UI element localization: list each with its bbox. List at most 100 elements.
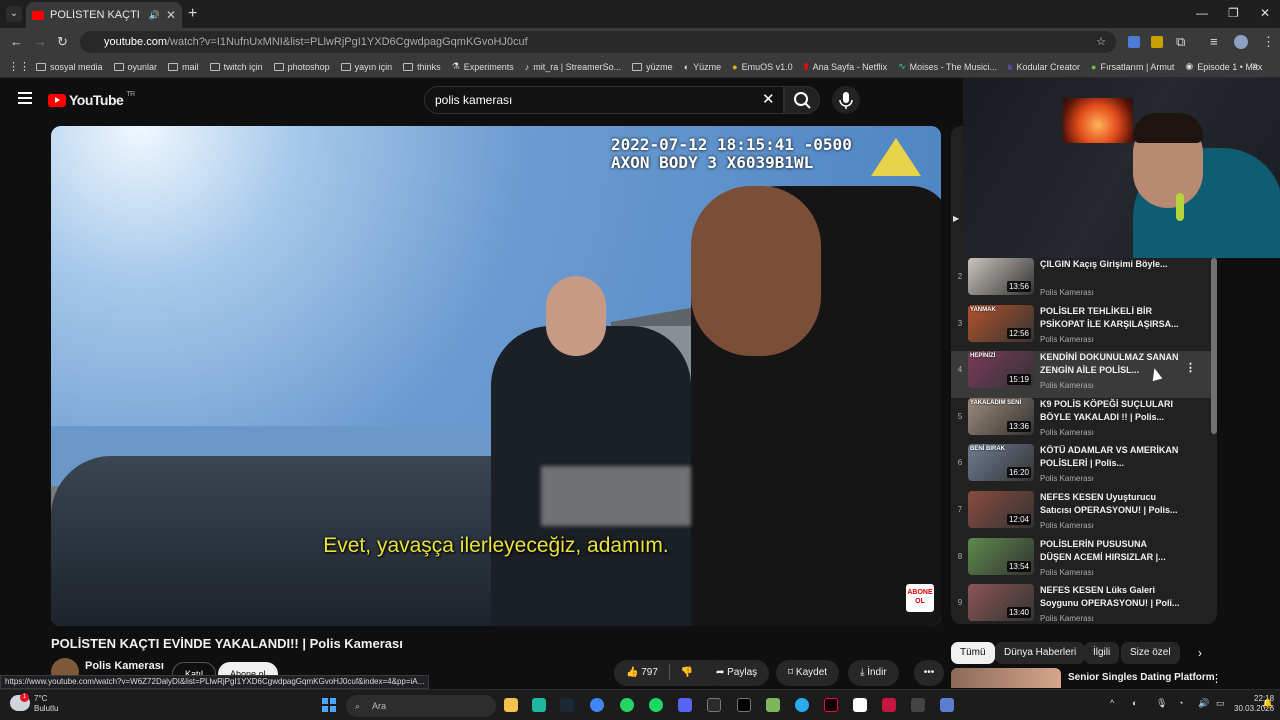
bookmark-link[interactable]: ● EmuOS v1.0 [732, 62, 792, 72]
playlist-item[interactable]: 3 YANMAK 12:56 POLİSLER TEHLİKELİ BİR PSİKO… [951, 304, 1213, 352]
playlist-item-more-icon[interactable]: ⋮ [1185, 361, 1196, 374]
extension-icon[interactable] [1151, 36, 1163, 48]
capcut-icon[interactable] [707, 698, 721, 712]
playlist-item-thumbnail[interactable]: 13:40 [968, 584, 1034, 622]
ad-thumbnail[interactable] [951, 668, 1061, 688]
close-window-button[interactable]: ✕ [1260, 6, 1270, 20]
bookmark-star-icon[interactable]: ☆ [1096, 31, 1106, 53]
playlist-item[interactable]: 4 HEPİNİZİ 15:19 KENDİNİ DOKUNULMAZ SANAN Z… [951, 351, 1213, 399]
playlist-item-title[interactable]: POLİSLERİN PUSUSUNA DÜŞEN ACEMİ HIRSIZLA… [1040, 538, 1180, 564]
browser-tab-active[interactable]: POLİSTEN KAÇTI EVİNDE YA 🔊 ✕ [26, 2, 182, 28]
playlist-item-title[interactable]: NEFES KESEN Lüks Galeri Soygunu OPERASYO… [1040, 584, 1180, 610]
bookmarks-overflow-button[interactable]: » [1252, 60, 1258, 72]
playlist-item[interactable]: 5 YAKALADIM SENİ 13:36 K9 POLİS KÖPEĞİ SUÇL… [951, 397, 1213, 445]
bookmark-link[interactable]: ♪ mit_ra | StreamerSo... [525, 62, 621, 72]
save-button[interactable]: ⌑ Kaydet [776, 660, 840, 686]
volume-icon[interactable]: 🔊 [1198, 698, 1209, 709]
filter-chip[interactable]: Dünya Haberleri [995, 642, 1086, 664]
apps-grid-icon[interactable]: ⋮⋮ [8, 60, 30, 73]
telegram-icon[interactable] [795, 698, 809, 712]
playlist-item-title[interactable]: K9 POLİS KÖPEĞİ SUÇLULARI BÖYLE YAKALADI… [1040, 398, 1180, 424]
back-icon[interactable]: ← [10, 34, 23, 49]
bookmark-folder[interactable]: twitch için [209, 62, 263, 72]
tab-search-button[interactable]: ⌄ [6, 6, 22, 22]
start-button-icon[interactable] [322, 698, 336, 712]
whatsapp-icon[interactable] [620, 698, 634, 712]
playlist-item-thumbnail[interactable]: BENİ BIRAK 16:20 [968, 444, 1034, 482]
playlist-item-title[interactable]: NEFES KESEN Uyuşturucu Satıcısı OPERASYO… [1040, 491, 1180, 517]
reload-icon[interactable]: ↻ [57, 34, 68, 50]
playlist-item-thumbnail[interactable]: YAKALADIM SENİ 13:36 [968, 397, 1034, 435]
speaker-icon[interactable]: 🔊 [149, 10, 160, 21]
bookmark-folder[interactable]: yüzme [632, 62, 673, 72]
clear-search-icon[interactable]: ✕ [762, 90, 775, 108]
channel-name[interactable]: Polis Kamerası [85, 660, 164, 672]
playlist-item-thumbnail[interactable]: 13:56 [968, 258, 1034, 295]
chrome-icon[interactable] [590, 698, 604, 712]
tab-close-icon[interactable]: ✕ [166, 8, 176, 22]
app-icon[interactable] [766, 698, 780, 712]
bookmark-folder[interactable]: sosyal media [36, 62, 103, 72]
playlist-item[interactable]: 9 13:40 NEFES KESEN Lüks Galeri Soygunu OP… [951, 584, 1213, 624]
like-button[interactable]: 👍 797 [626, 667, 658, 678]
chrome-menu-icon[interactable]: ⋮ [1262, 34, 1275, 50]
bookmark-folder[interactable]: mail [168, 62, 199, 72]
tray-app-icon[interactable]: ◐ [1132, 698, 1137, 708]
network-tool-icon[interactable] [911, 698, 925, 712]
extension-translate-icon[interactable] [1128, 36, 1140, 48]
tray-overflow-icon[interactable]: ^ [1110, 698, 1114, 708]
search-button[interactable] [784, 86, 820, 114]
bookmark-link[interactable]: ● Fırsatlarım | Armut [1091, 62, 1174, 72]
extensions-puzzle-icon[interactable]: ⧉ [1176, 34, 1185, 50]
bookmark-link[interactable]: ◐ Yüzme [684, 62, 721, 72]
ad-title[interactable]: Senior Singles Dating Platform [1068, 672, 1215, 683]
bookmark-link[interactable]: ▮ Ana Sayfa - Netflix [804, 61, 887, 72]
download-button[interactable]: ⤓ İndir [848, 660, 899, 686]
playlist-item-title[interactable]: POLİSLER TEHLİKELİ BİR PSİKOPAT İLE KARŞ… [1040, 305, 1180, 331]
playlist-item[interactable]: 7 12:04 NEFES KESEN Uyuşturucu Satıcısı OP… [951, 491, 1213, 538]
share-button[interactable]: ➦ Paylaş [704, 660, 770, 686]
playlist-item-thumbnail[interactable]: YANMAK 12:56 [968, 304, 1034, 342]
calculator-icon[interactable] [940, 698, 954, 712]
voice-search-button[interactable] [832, 86, 860, 114]
app-icon[interactable] [532, 698, 546, 712]
tiktok-icon[interactable] [824, 698, 838, 712]
playlist-item[interactable]: 6 BENİ BIRAK 16:20 KÖTÜ ADAMLAR VS AMERİKAN… [951, 444, 1213, 491]
playlist-item-title[interactable]: KÖTÜ ADAMLAR VS AMERİKAN POLİSLERİ | Pol… [1040, 444, 1180, 470]
filter-chip[interactable]: Size özel [1121, 642, 1180, 664]
playlist-item-thumbnail[interactable]: HEPİNİZİ 15:19 [968, 351, 1034, 389]
bookmark-link[interactable]: ∿ Moises - The Musici... [898, 61, 997, 72]
steam-icon[interactable] [560, 698, 574, 712]
app-icon[interactable] [882, 698, 896, 712]
notification-icon[interactable]: 🔔 [1262, 698, 1273, 709]
youtube-logo[interactable]: YouTube TR [48, 91, 135, 108]
more-actions-button[interactable]: ••• [914, 660, 944, 686]
new-tab-button[interactable]: + [188, 5, 197, 23]
playlist-item-thumbnail[interactable]: 12:04 [968, 491, 1034, 528]
epic-games-icon[interactable] [737, 698, 751, 712]
subscribe-watermark[interactable]: ABONE OL [906, 584, 934, 612]
discord-icon[interactable] [678, 698, 692, 712]
playlist-item[interactable]: 2 13:56 ÇILGIN Kaçış Girişimi Böyle... Poli… [951, 258, 1213, 305]
video-player[interactable]: 2022-07-12 18:15:41 -0500 AXON BODY 3 X6… [51, 126, 941, 626]
bookmark-link[interactable]: ◉ Episode 1 • Max [1185, 61, 1262, 72]
media-control-icon[interactable]: ≡ [1210, 34, 1218, 49]
playlist-scrollbar[interactable] [1211, 258, 1217, 434]
menu-icon[interactable] [18, 92, 32, 104]
battery-icon[interactable]: ▭ [1216, 698, 1225, 709]
weather-widget[interactable]: 7°C Bulutlu [34, 694, 58, 714]
microphone-icon[interactable]: 🎙 [1156, 698, 1167, 709]
bookmark-folder[interactable]: thinks [403, 62, 441, 72]
spotify-icon[interactable] [649, 698, 663, 712]
filter-chip[interactable]: İlgili [1084, 642, 1120, 664]
app-icon[interactable] [853, 698, 867, 712]
playlist-item[interactable]: 8 13:54 POLİSLERİN PUSUSUNA DÜŞEN ACEMİ HI… [951, 537, 1213, 585]
playlist-item-thumbnail[interactable]: 13:54 [968, 537, 1034, 575]
minimize-button[interactable]: — [1196, 6, 1208, 20]
bookmark-link[interactable]: k Kodular Creator [1008, 62, 1080, 72]
dislike-button[interactable]: 👎 [680, 667, 692, 678]
forward-icon[interactable]: → [34, 34, 47, 49]
chips-next-chevron-icon[interactable]: › [1198, 646, 1202, 660]
bookmark-folder[interactable]: oyunlar [113, 62, 157, 72]
ad-more-icon[interactable]: ⋮ [1211, 672, 1222, 685]
